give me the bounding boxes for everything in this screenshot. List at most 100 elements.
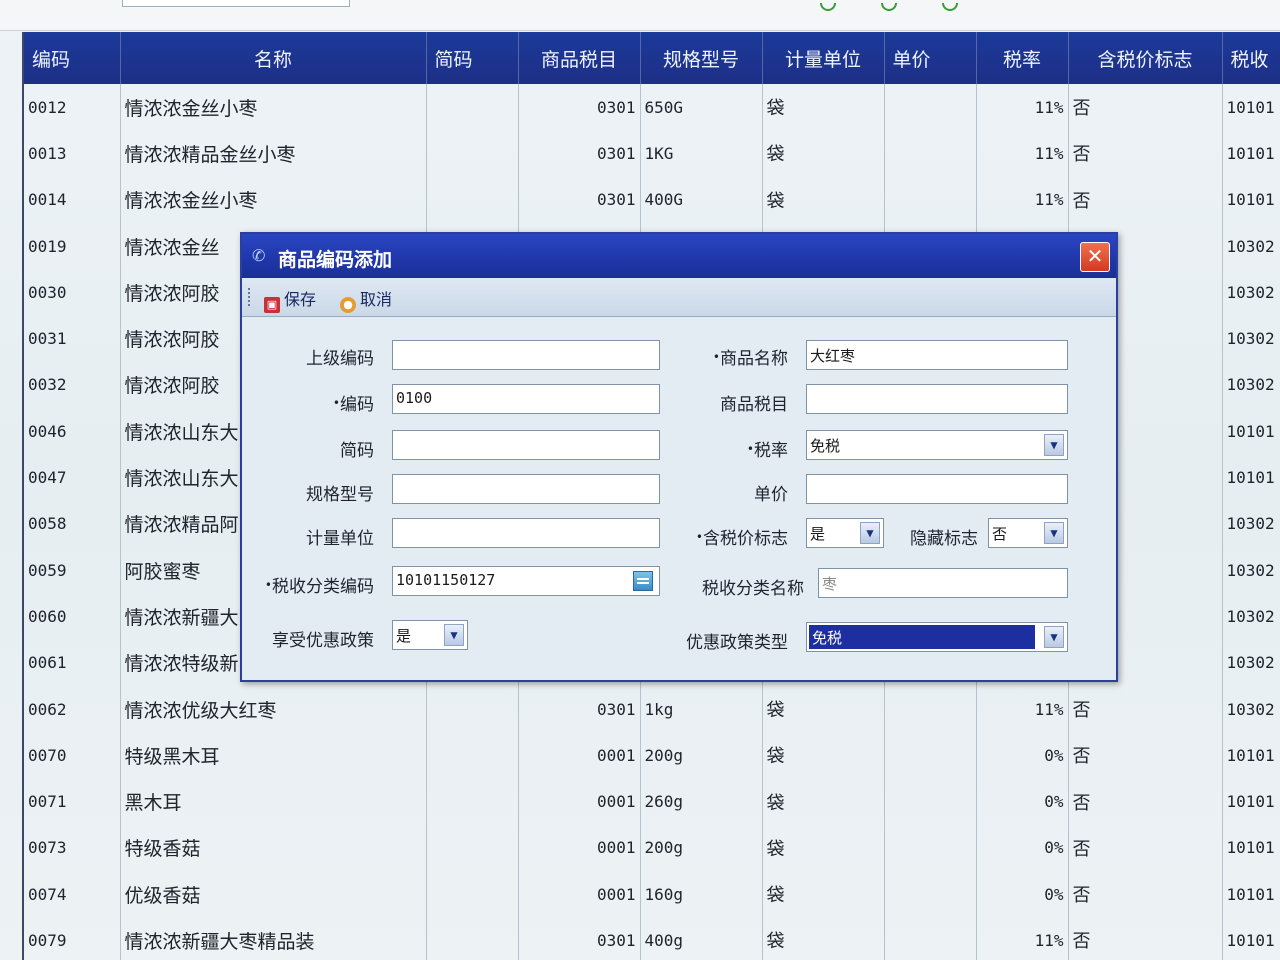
table-cell-unit[interactable]: 袋 — [762, 130, 885, 177]
table-cell-tax[interactable]: 10302 — [1222, 222, 1280, 270]
table-cell-shuimu[interactable]: 0301 — [518, 84, 641, 131]
table-cell-flag[interactable]: 否 — [1068, 778, 1223, 825]
table-cell-name[interactable]: 情浓浓新疆大枣精品装 — [120, 917, 427, 960]
table-cell-rate[interactable]: 11% — [976, 130, 1069, 177]
table-row[interactable]: 0073 特级香菇 0001 200g 袋 0% 否 10101 — [24, 824, 1280, 872]
col-header-name[interactable]: 名称 — [120, 32, 427, 84]
table-cell-price[interactable] — [884, 917, 977, 960]
col-header-rate[interactable]: 税率 — [976, 32, 1069, 84]
preferential-select[interactable]: 是 ▼ — [392, 620, 468, 650]
table-cell-flag[interactable]: 否 — [1068, 685, 1223, 733]
table-cell-shuimu[interactable]: 0001 — [518, 778, 641, 825]
table-cell-code[interactable]: 0046 — [24, 408, 121, 455]
col-header-price[interactable]: 单价 — [884, 32, 977, 84]
table-cell-price[interactable] — [884, 685, 977, 733]
table-cell-tax[interactable]: 10302 — [1222, 546, 1280, 594]
table-cell-code[interactable]: 0061 — [24, 639, 121, 686]
table-cell-spec[interactable]: 1kg — [640, 685, 763, 733]
cancel-button[interactable]: ● 取消 — [340, 286, 392, 313]
table-cell-jianma[interactable] — [426, 917, 519, 960]
tax-class-name-input[interactable]: 枣 — [818, 568, 1068, 598]
table-cell-code[interactable]: 0079 — [24, 917, 121, 960]
table-cell-spec[interactable]: 160g — [640, 871, 763, 918]
table-cell-unit[interactable]: 袋 — [762, 824, 885, 872]
toolbar-icon-1[interactable] — [820, 3, 836, 11]
table-cell-tax[interactable]: 10101 — [1222, 84, 1280, 131]
table-cell-code[interactable]: 0032 — [24, 361, 121, 409]
table-cell-spec[interactable]: 1KG — [640, 130, 763, 177]
parent-code-input[interactable] — [392, 340, 660, 370]
table-cell-code[interactable]: 0019 — [24, 222, 121, 270]
table-cell-jianma[interactable] — [426, 176, 519, 223]
chevron-down-icon[interactable]: ▼ — [860, 522, 880, 544]
close-button[interactable]: ✕ — [1080, 242, 1110, 272]
table-cell-tax[interactable]: 10302 — [1222, 685, 1280, 733]
col-header-tax-flag[interactable]: 含税价标志 — [1068, 32, 1223, 84]
table-cell-jianma[interactable] — [426, 871, 519, 918]
table-row[interactable]: 0062 情浓浓优级大红枣 0301 1kg 袋 11% 否 10302 — [24, 685, 1280, 733]
table-cell-spec[interactable]: 200g — [640, 732, 763, 779]
table-cell-name[interactable]: 情浓浓金丝小枣 — [120, 176, 427, 223]
table-cell-price[interactable] — [884, 778, 977, 825]
toolbar-grip[interactable] — [248, 288, 253, 306]
table-cell-flag[interactable]: 否 — [1068, 84, 1223, 131]
table-cell-code[interactable]: 0031 — [24, 315, 121, 362]
table-cell-name[interactable]: 情浓浓精品金丝小枣 — [120, 130, 427, 177]
table-cell-spec[interactable]: 400g — [640, 917, 763, 960]
table-cell-tax[interactable]: 10101 — [1222, 917, 1280, 960]
table-cell-rate[interactable]: 11% — [976, 84, 1069, 131]
table-cell-tax[interactable]: 10101 — [1222, 408, 1280, 455]
table-cell-jianma[interactable] — [426, 824, 519, 872]
table-cell-tax[interactable]: 10302 — [1222, 315, 1280, 362]
table-cell-tax[interactable]: 10302 — [1222, 269, 1280, 316]
table-cell-rate[interactable]: 0% — [976, 778, 1069, 825]
table-cell-flag[interactable]: 否 — [1068, 917, 1223, 960]
table-cell-spec[interactable]: 650G — [640, 84, 763, 131]
table-row[interactable]: 0013 情浓浓精品金丝小枣 0301 1KG 袋 11% 否 10101 — [24, 130, 1280, 177]
table-cell-flag[interactable]: 否 — [1068, 176, 1223, 223]
table-row[interactable]: 0074 优级香菇 0001 160g 袋 0% 否 10101 — [24, 871, 1280, 918]
save-button[interactable]: ▣ 保存 — [264, 286, 316, 313]
chevron-down-icon[interactable]: ▼ — [1044, 626, 1064, 648]
table-cell-jianma[interactable] — [426, 84, 519, 131]
table-cell-tax[interactable]: 10101 — [1222, 778, 1280, 825]
table-cell-shuimu[interactable]: 0301 — [518, 130, 641, 177]
spec-input[interactable] — [392, 474, 660, 504]
rate-select[interactable]: 免税 ▼ — [806, 430, 1068, 460]
table-cell-unit[interactable]: 袋 — [762, 778, 885, 825]
table-cell-rate[interactable]: 11% — [976, 176, 1069, 223]
table-cell-shuimu[interactable]: 0001 — [518, 732, 641, 779]
table-cell-unit[interactable]: 袋 — [762, 917, 885, 960]
table-cell-price[interactable] — [884, 824, 977, 872]
tax-incl-flag-select[interactable]: 是 ▼ — [806, 518, 884, 548]
col-header-code[interactable]: 编码 — [24, 32, 121, 84]
jianma-input[interactable] — [392, 430, 660, 460]
table-cell-name[interactable]: 优级香菇 — [120, 871, 427, 918]
table-cell-unit[interactable]: 袋 — [762, 685, 885, 733]
table-cell-rate[interactable]: 11% — [976, 917, 1069, 960]
table-cell-rate[interactable]: 0% — [976, 732, 1069, 779]
table-cell-tax[interactable]: 10101 — [1222, 454, 1280, 501]
toolbar-icon-2[interactable] — [881, 3, 898, 11]
table-cell-jianma[interactable] — [426, 685, 519, 733]
table-cell-shuimu[interactable]: 0301 — [518, 176, 641, 223]
dialog-title-bar[interactable]: ✆ 商品编码添加 ✕ — [242, 234, 1116, 278]
table-cell-code[interactable]: 0012 — [24, 84, 121, 131]
table-cell-price[interactable] — [884, 871, 977, 918]
table-cell-tax[interactable]: 10101 — [1222, 130, 1280, 177]
table-cell-unit[interactable]: 袋 — [762, 871, 885, 918]
hidden-flag-select[interactable]: 否 ▼ — [988, 518, 1068, 548]
table-cell-code[interactable]: 0014 — [24, 176, 121, 223]
shuimu-input[interactable] — [806, 384, 1068, 414]
table-cell-code[interactable]: 0059 — [24, 546, 121, 594]
table-row[interactable]: 0071 黑木耳 0001 260g 袋 0% 否 10101 — [24, 778, 1280, 825]
goods-name-input[interactable]: 大红枣 — [806, 340, 1068, 370]
col-header-spec[interactable]: 规格型号 — [640, 32, 763, 84]
chevron-down-icon[interactable]: ▼ — [1044, 522, 1064, 544]
table-cell-jianma[interactable] — [426, 130, 519, 177]
table-cell-shuimu[interactable]: 0001 — [518, 824, 641, 872]
table-cell-price[interactable] — [884, 732, 977, 779]
chevron-down-icon[interactable]: ▼ — [1044, 434, 1064, 456]
col-header-tax-class[interactable]: 税收 — [1222, 32, 1280, 84]
table-cell-code[interactable]: 0071 — [24, 778, 121, 825]
